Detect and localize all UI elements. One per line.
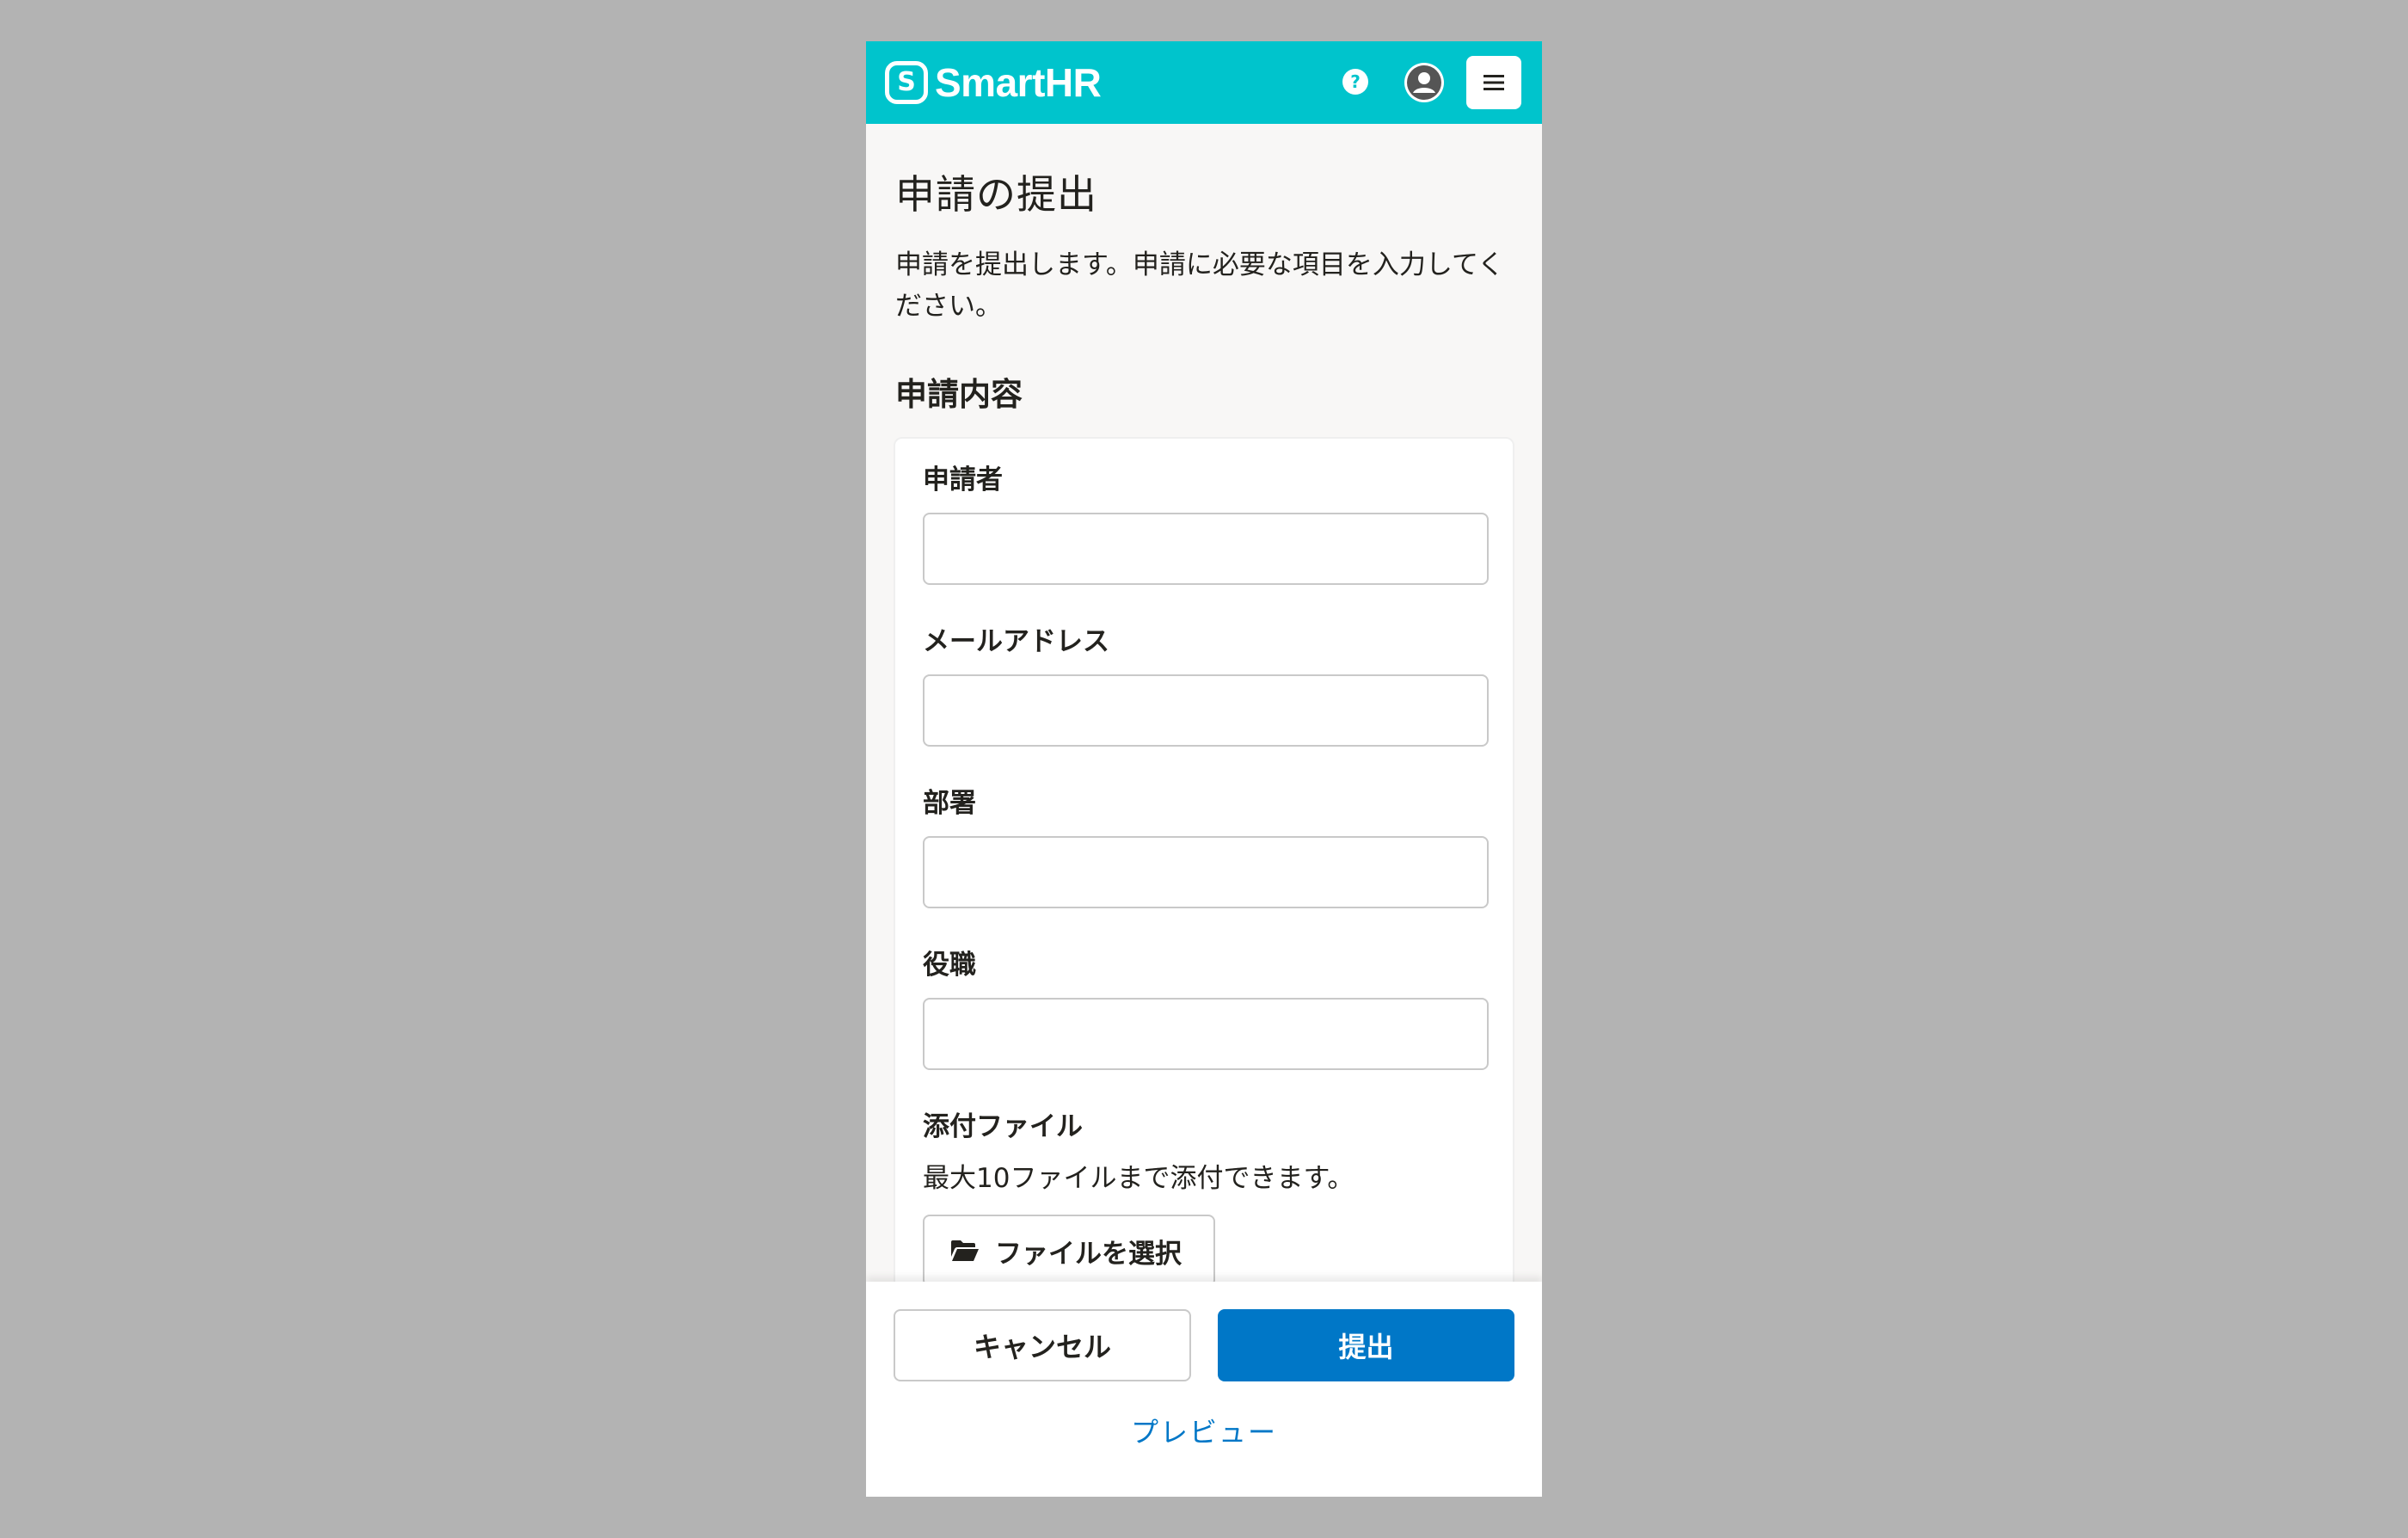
position-input[interactable]: [923, 998, 1489, 1070]
action-footer: キャンセル 提出 プレビュー: [866, 1282, 1542, 1497]
attachment-label: 添付ファイル: [923, 1111, 1083, 1142]
email-input[interactable]: [923, 674, 1489, 747]
user-icon[interactable]: [1404, 63, 1444, 102]
section-title: 申請内容: [895, 376, 1023, 413]
cancel-button[interactable]: キャンセル: [894, 1309, 1191, 1381]
submit-button[interactable]: 提出: [1218, 1309, 1514, 1381]
menu-icon: [1484, 75, 1504, 90]
email-field: メールアドレス: [923, 624, 1489, 747]
department-label: 部署: [923, 788, 976, 819]
applicant-input[interactable]: [923, 513, 1489, 585]
preview-link[interactable]: プレビュー: [866, 1411, 1542, 1450]
app-header: S SmartHR ?: [866, 41, 1542, 124]
position-field: 役職: [923, 948, 1489, 1070]
logo-text: SmartHR: [935, 60, 1102, 105]
file-select-button[interactable]: ファイルを選択: [923, 1215, 1215, 1287]
logo[interactable]: S SmartHR: [885, 59, 1102, 106]
help-icon[interactable]: ?: [1342, 69, 1368, 95]
app-screen: S SmartHR ? 申請の提出 申請を提出します。申請に必要な項目を入力して…: [866, 41, 1542, 1497]
menu-button[interactable]: [1466, 56, 1521, 109]
attachment-field: 添付ファイル 最大10ファイルまで添付できます。 ファイルを選択: [923, 1110, 1489, 1287]
position-label: 役職: [923, 950, 976, 981]
page-description: 申請を提出します。申請に必要な項目を入力してください。: [895, 249, 1505, 322]
email-label: メールアドレス: [923, 626, 1109, 657]
logo-mark-icon: S: [885, 61, 928, 104]
folder-open-icon: [951, 1240, 979, 1261]
file-select-label: ファイルを選択: [995, 1238, 1182, 1270]
applicant-field: 申請者: [923, 463, 1489, 585]
department-field: 部署: [923, 786, 1489, 908]
applicant-label: 申請者: [923, 464, 1003, 495]
page-title: 申請の提出: [895, 171, 1097, 218]
attachment-hint: 最大10ファイルまで添付できます。: [923, 1163, 1354, 1194]
department-input[interactable]: [923, 836, 1489, 908]
